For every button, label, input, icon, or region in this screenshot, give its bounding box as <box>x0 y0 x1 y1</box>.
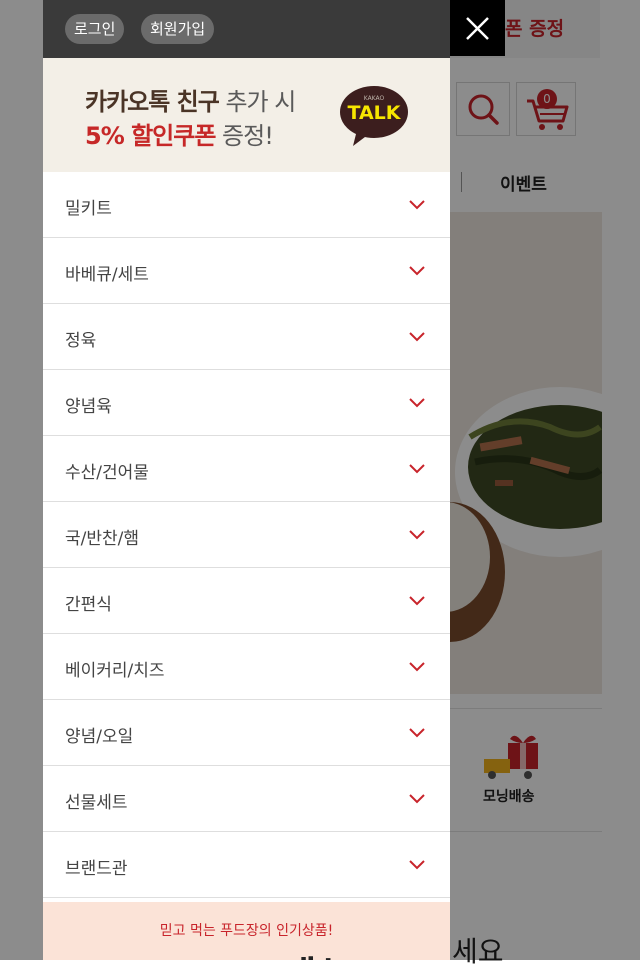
chevron-down-icon <box>409 596 425 606</box>
kakao-banner-gift-text: 증정! <box>215 122 274 150</box>
menu-item-gift-set[interactable]: 선물세트 <box>43 766 450 832</box>
kakao-bubble-text: TALK <box>347 102 401 124</box>
menu-item-bakery-cheese[interactable]: 베이커리/치즈 <box>43 634 450 700</box>
chevron-down-icon <box>409 860 425 870</box>
menu-item-seasoning-oil[interactable]: 양념/오일 <box>43 700 450 766</box>
menu-item-label: 브랜드관 <box>65 859 128 879</box>
kakao-friend-banner[interactable]: 카카오톡 친구 추가 시 5% 할인쿠폰 증정! KAKAO TALK <box>43 58 450 172</box>
chevron-down-icon <box>409 332 425 342</box>
menu-item-label: 국/반찬/햄 <box>65 529 140 549</box>
signup-button[interactable]: 회원가입 <box>141 14 215 44</box>
kakao-banner-strong-text: 카카오톡 친구 <box>85 88 220 116</box>
close-button[interactable] <box>450 0 505 56</box>
menu-item-label: 양념육 <box>65 397 112 417</box>
menu-item-convenience-food[interactable]: 간편식 <box>43 568 450 634</box>
chevron-down-icon <box>409 200 425 210</box>
kakao-banner-light-text: 추가 시 <box>218 88 296 116</box>
chevron-down-icon <box>409 530 425 540</box>
kakao-talk-icon: KAKAO TALK <box>340 86 408 146</box>
best-menu-banner[interactable]: 믿고 먹는 푸드장의 인기상품! BEST 메뉴 <box>43 902 450 960</box>
chevron-down-icon <box>409 728 425 738</box>
login-button[interactable]: 로그인 <box>65 14 125 44</box>
menu-item-label: 밀키트 <box>65 199 112 219</box>
menu-item-soup-sidedish-ham[interactable]: 국/반찬/햄 <box>43 502 450 568</box>
chevron-down-icon <box>409 464 425 474</box>
close-icon <box>466 17 489 40</box>
menu-item-label: 바베큐/세트 <box>65 265 149 285</box>
menu-item-mealkit[interactable]: 밀키트 <box>43 172 450 238</box>
chevron-down-icon <box>409 266 425 276</box>
kakao-banner-line2: 5% 할인쿠폰 증정! <box>85 116 274 151</box>
menu-item-label: 선물세트 <box>65 793 128 813</box>
menu-item-label: 정육 <box>65 331 97 351</box>
kakao-banner-line1: 카카오톡 친구 추가 시 <box>85 82 296 117</box>
best-banner-title: BEST 메뉴 <box>43 944 450 960</box>
menu-item-seafood[interactable]: 수산/건어물 <box>43 436 450 502</box>
kakao-banner-coupon-text: 5% 할인쿠폰 <box>85 122 216 150</box>
chevron-down-icon <box>409 398 425 408</box>
chevron-down-icon <box>409 794 425 804</box>
category-menu: 밀키트 바베큐/세트 정육 양념육 수산/건어물 국/반찬/햄 간편식 베이커리… <box>43 172 450 898</box>
menu-item-label: 베이커리/치즈 <box>65 661 165 681</box>
menu-item-marinated-meat[interactable]: 양념육 <box>43 370 450 436</box>
menu-item-brand[interactable]: 브랜드관 <box>43 832 450 898</box>
menu-item-label: 간편식 <box>65 595 112 615</box>
menu-item-bbq-set[interactable]: 바베큐/세트 <box>43 238 450 304</box>
drawer-header: 로그인 회원가입 <box>43 0 450 58</box>
menu-item-label: 수산/건어물 <box>65 463 149 483</box>
menu-item-meat[interactable]: 정육 <box>43 304 450 370</box>
best-banner-subtitle: 믿고 먹는 푸드장의 인기상품! <box>159 923 334 939</box>
menu-item-label: 양념/오일 <box>65 727 134 747</box>
side-drawer: 로그인 회원가입 카카오톡 친구 추가 시 5% 할인쿠폰 증정! KAKAO … <box>43 0 450 960</box>
chevron-down-icon <box>409 662 425 672</box>
kakao-bubble-small-text: KAKAO <box>364 95 385 102</box>
